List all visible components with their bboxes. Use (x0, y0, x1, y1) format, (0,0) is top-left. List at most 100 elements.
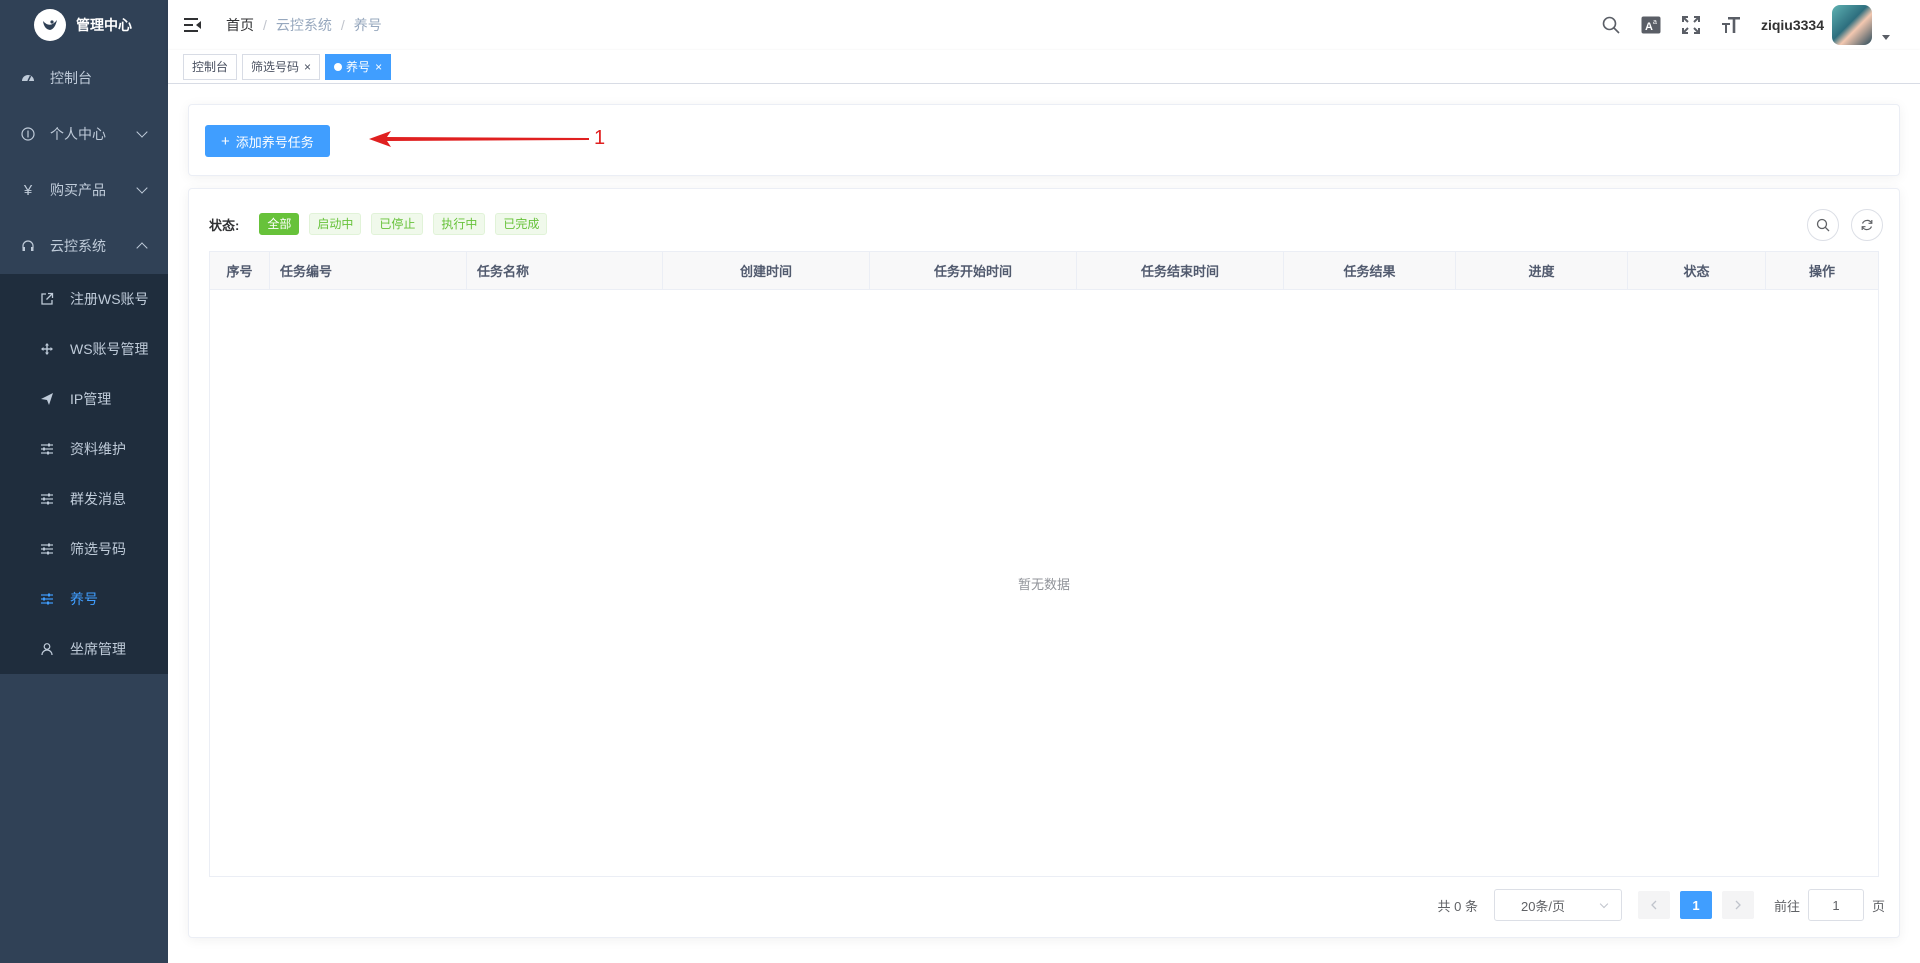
header-search-button[interactable] (1591, 0, 1631, 50)
breadcrumb-separator: / (340, 17, 345, 33)
column-header: 进度 (1456, 252, 1628, 289)
search-toggle-button[interactable] (1807, 209, 1839, 241)
close-icon[interactable]: × (304, 55, 311, 79)
sidebar-item-register-ws[interactable]: 注册WS账号 (0, 274, 168, 324)
status-filter-label: 状态: (209, 217, 240, 233)
menu-item-label: 控制台 (50, 70, 92, 86)
font-size-button[interactable] (1711, 0, 1751, 50)
prev-page-button[interactable] (1637, 891, 1670, 919)
sidebar-item-ip[interactable]: IP管理 (0, 374, 168, 424)
active-dot-icon (334, 62, 343, 71)
sidebar-item-seat-management[interactable]: 坐席管理 (0, 624, 168, 674)
user-icon (40, 642, 54, 656)
column-header: 任务开始时间 (870, 252, 1077, 289)
page-suffix: 页 (1871, 898, 1885, 914)
column-header: 任务名称 (467, 252, 663, 289)
menu-item-dashboard[interactable]: 控制台 (0, 50, 168, 106)
filter-starting-button[interactable]: 启动中 (309, 213, 362, 235)
chevron-down-icon (136, 182, 148, 194)
dashboard-icon (20, 70, 36, 86)
submenu-cloud-control: 注册WS账号 WS账号管理 IP管理 资料维护 群发消息 筛选号码 养号 坐席管… (0, 274, 168, 674)
filter-running-button[interactable]: 执行中 (433, 213, 486, 235)
language-button[interactable]: Aa (1631, 0, 1671, 50)
avatar[interactable] (1832, 5, 1872, 45)
task-table: 序号 任务编号 任务名称 创建时间 任务开始时间 任务结束时间 任务结果 进度 … (209, 251, 1879, 877)
task-list-card: 状态: 全部 启动中 已停止 执行中 已完成 序号 任务编号 任务名称 创建时间… (188, 188, 1900, 938)
sidebar-item-label: 注册WS账号 (70, 291, 149, 307)
sidebar-item-label: 养号 (70, 591, 98, 607)
menu-fold-icon (184, 18, 201, 32)
refresh-button[interactable] (1851, 209, 1883, 241)
sidebar-item-ws-account[interactable]: WS账号管理 (0, 324, 168, 374)
tag-filter-numbers[interactable]: 筛选号码 × (242, 53, 321, 80)
status-filter: 状态: 全部 启动中 已停止 执行中 已完成 (209, 213, 557, 235)
sidebar-item-label: WS账号管理 (70, 341, 149, 357)
menu-item-label: 个人中心 (50, 126, 106, 142)
page-number-button[interactable]: 1 (1679, 891, 1712, 919)
username[interactable]: ziqiu3334 (1761, 17, 1824, 33)
toolbar-card: + 添加养号任务 1 (188, 104, 1900, 176)
annotation-number: 1 (594, 127, 606, 149)
sidebar-item-label: 资料维护 (70, 441, 126, 457)
sidebar-item-label: 坐席管理 (70, 641, 126, 657)
sidebar-item-label: 筛选号码 (70, 541, 126, 557)
breadcrumb-home[interactable]: 首页 (226, 15, 254, 35)
sidebar-item-filter-numbers[interactable]: 筛选号码 (0, 524, 168, 574)
tag-label: 控制台 (192, 59, 229, 74)
menu-item-profile[interactable]: 个人中心 (0, 106, 168, 162)
goto-label: 前往 (1773, 898, 1800, 914)
breadcrumb-current: 养号 (353, 17, 382, 33)
tag-nurture[interactable]: 养号 × (325, 53, 392, 80)
paper-plane-icon (40, 392, 54, 406)
filter-completed-button[interactable]: 已完成 (495, 213, 548, 235)
sidebar-logo[interactable]: 管理中心 (0, 0, 168, 50)
add-nurture-task-button[interactable]: + 添加养号任务 (205, 125, 330, 157)
fullscreen-button[interactable] (1671, 0, 1711, 50)
tag-dashboard[interactable]: 控制台 (183, 53, 238, 80)
sliders-icon (40, 442, 54, 456)
tag-label: 筛选号码 (251, 59, 300, 74)
tags-view: 控制台 筛选号码 × 养号 × (168, 50, 1920, 84)
text-size-icon (1721, 17, 1740, 33)
search-icon (1816, 218, 1830, 232)
navbar: 首页 / 云控系统 / 养号 Aa ziqiu3334 (168, 0, 1920, 50)
refresh-icon (1861, 219, 1873, 231)
add-nurture-task-label: 添加养号任务 (235, 134, 314, 150)
filter-all-button[interactable]: 全部 (259, 213, 300, 235)
column-header: 序号 (210, 252, 270, 289)
fullscreen-icon (1681, 16, 1700, 34)
filter-stopped-button[interactable]: 已停止 (371, 213, 424, 235)
breadcrumb: 首页 / 云控系统 / 养号 (226, 15, 382, 35)
app-main: + 添加养号任务 1 状态: 全部 启动中 已停止 执行中 已完成 序号 任务编… (168, 84, 1920, 963)
sidebar-title: 管理中心 (76, 17, 132, 33)
hamburger-button[interactable] (168, 0, 218, 50)
chevron-up-icon (136, 242, 148, 254)
svg-text:A: A (1645, 21, 1653, 33)
menu-item-label: 云控系统 (50, 238, 106, 254)
sliders-icon (40, 542, 54, 556)
column-header: 任务结果 (1284, 252, 1456, 289)
move-icon (40, 342, 54, 356)
search-icon (1602, 16, 1620, 34)
sidebar-item-broadcast[interactable]: 群发消息 (0, 474, 168, 524)
menu-item-buy[interactable]: ¥ 购买产品 (0, 162, 168, 218)
sidebar-item-label: 群发消息 (70, 491, 126, 507)
sidebar-item-nurture[interactable]: 养号 (0, 574, 168, 624)
column-header: 任务编号 (270, 252, 467, 289)
close-icon[interactable]: × (375, 55, 382, 79)
page-jumper: 前往 1 页 (1774, 889, 1885, 921)
chevron-down-icon (1599, 899, 1609, 909)
breadcrumb-cloud-control: 云控系统 (275, 17, 332, 33)
caret-down-icon[interactable] (1882, 34, 1890, 40)
menu-item-cloud-control[interactable]: 云控系统 (0, 218, 168, 274)
column-header: 创建时间 (663, 252, 870, 289)
svg-text:a: a (1653, 19, 1657, 26)
chevron-right-icon (1735, 900, 1741, 910)
column-header: 状态 (1628, 252, 1766, 289)
next-page-button[interactable] (1721, 891, 1754, 919)
breadcrumb-separator: / (263, 17, 267, 33)
sidebar-item-profile-maintenance[interactable]: 资料维护 (0, 424, 168, 474)
logo-icon (34, 9, 66, 41)
goto-page-input[interactable]: 1 (1807, 889, 1864, 921)
page-size-select[interactable]: 20条/页 (1493, 889, 1622, 921)
